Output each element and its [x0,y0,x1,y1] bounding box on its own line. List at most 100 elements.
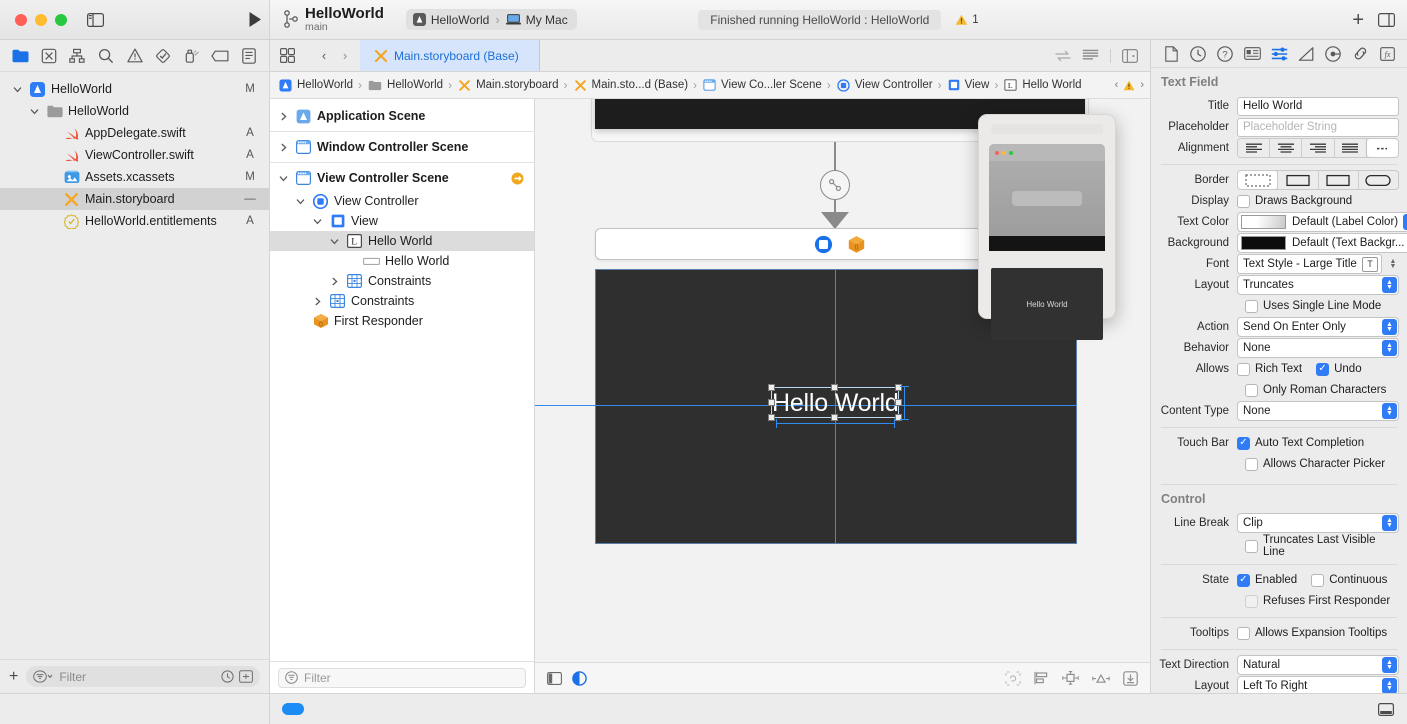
swap-editors-icon[interactable] [1055,50,1071,62]
font-panel-icon[interactable]: T [1362,256,1378,272]
disclosure-triangle-icon[interactable] [276,112,290,121]
effects-inspector-tab[interactable]: fx [1379,45,1396,62]
test-navigator-tab[interactable] [152,45,174,67]
control-layout-stepper[interactable]: ▲ ▼ [1382,678,1397,693]
attributes-inspector-tab[interactable] [1271,45,1288,62]
outline-row[interactable]: Application Scene [270,103,534,129]
close-button[interactable] [15,13,27,26]
char-picker-checkbox-row[interactable]: Allows Character Picker [1245,457,1385,471]
scheme-selector[interactable]: HelloWorld › My Mac [405,9,577,30]
issue-navigator-tab[interactable] [124,45,146,67]
border-segmented-control[interactable] [1237,170,1399,190]
align-center-icon[interactable] [1270,139,1303,157]
breadcrumb-item[interactable]: View Controller [836,78,933,93]
disclosure-triangle-icon[interactable] [27,107,41,116]
disclosure-triangle-icon[interactable] [293,197,307,206]
scheme-block[interactable]: HelloWorld main [284,6,384,33]
layout-stepper[interactable]: ▲ ▼ [1382,277,1397,293]
update-frames-icon[interactable] [1005,670,1021,686]
outline-row[interactable]: Window Controller Scene [270,134,534,160]
project-tree-row[interactable]: HelloWorld [0,100,269,122]
editor-options-icon[interactable] [1082,49,1099,62]
outline-row[interactable]: Constraints [270,271,534,291]
behavior-popup[interactable]: None ▲ ▼ [1237,338,1399,358]
file-inspector-tab[interactable] [1163,45,1180,62]
single-line-checkbox[interactable] [1245,299,1258,313]
next-issue-button[interactable]: › [1140,79,1144,91]
previous-issue-button[interactable]: ‹ [1115,79,1119,91]
align-objects-icon[interactable] [1034,671,1049,685]
project-tree-row[interactable]: HelloWorld.entitlements A [0,210,269,232]
quick-help-inspector-tab[interactable]: ? [1217,45,1234,62]
add-editor-button[interactable]: + [1352,10,1364,30]
breadcrumb-item[interactable]: HelloWorld [367,79,443,92]
breadcrumb-item[interactable]: View [947,78,989,92]
undo-checkbox[interactable]: ✓ [1316,362,1330,376]
source-control-navigator-tab[interactable] [38,45,60,67]
rich-text-checkbox[interactable] [1237,362,1250,376]
breadcrumb-item[interactable]: HelloWorld [278,78,353,93]
expansion-tooltips-checkbox-row[interactable]: Allows Expansion Tooltips [1237,626,1387,640]
border-line-icon[interactable] [1278,171,1319,189]
resize-handle-bc[interactable] [831,414,838,421]
breadcrumb-item[interactable]: L Hello World [1003,78,1082,92]
toggle-outline-icon[interactable] [547,671,562,685]
action-stepper[interactable]: ▲ ▼ [1382,319,1397,335]
library-toggle-pill[interactable] [282,703,304,715]
draws-background-checkbox-row[interactable]: Draws Background [1237,194,1352,208]
resize-handle-ml[interactable] [768,399,775,406]
history-inspector-tab[interactable] [1190,45,1207,62]
outline-row[interactable]: View [270,211,534,231]
refuses-checkbox-row[interactable]: Refuses First Responder [1245,594,1390,608]
enabled-checkbox-row[interactable]: ✓ Enabled [1237,573,1297,587]
resize-handle-tl[interactable] [768,384,775,391]
resize-handle-tc[interactable] [831,384,838,391]
first-responder-icon[interactable]: () [847,235,866,254]
text-direction-popup[interactable]: Natural ▲ ▼ [1237,655,1399,675]
control-layout-popup[interactable]: Left To Right ▲ ▼ [1237,676,1399,693]
disclosure-triangle-icon[interactable] [10,85,24,94]
report-navigator-tab[interactable] [238,45,260,67]
warning-indicator[interactable]: 1 [955,14,979,26]
outline-row[interactable]: () First Responder [270,311,534,331]
background-color-swatch[interactable] [1241,236,1286,250]
editor-tab-main-storyboard[interactable]: Main.storyboard (Base) [360,40,540,71]
auto-completion-checkbox-row[interactable]: ✓ Auto Text Completion [1237,436,1364,450]
view-controller-icon[interactable] [814,235,833,254]
draws-background-checkbox[interactable] [1237,194,1250,208]
project-tree-row[interactable]: Main.storyboard — [0,188,269,210]
outline-filter-input[interactable]: Filter [278,667,526,688]
project-tree-row[interactable]: AppDelegate.swift A [0,122,269,144]
storyboard-canvas[interactable]: () Hello World Hello World [535,99,1150,662]
symbol-navigator-tab[interactable] [66,45,88,67]
add-file-button[interactable]: + [9,668,18,685]
filter-trailing-icons[interactable] [221,670,253,683]
window-controls[interactable] [15,13,67,26]
text-color-popup[interactable]: Default (Label Color) ▲▼ [1237,212,1407,232]
warning-badge[interactable] [511,172,524,185]
go-forward-button[interactable]: › [336,48,354,63]
minimize-button[interactable] [35,13,47,26]
border-rounded-icon[interactable] [1358,171,1398,189]
outline-row[interactable]: Constraints [270,291,534,311]
continuous-checkbox[interactable] [1311,573,1325,587]
behavior-stepper[interactable]: ▲ ▼ [1382,340,1397,356]
breadcrumb-item[interactable]: Main.sto...d (Base) [573,78,688,93]
resolve-issues-icon[interactable] [1092,672,1110,685]
char-picker-checkbox[interactable] [1245,457,1258,471]
embed-in-icon[interactable] [1123,670,1138,686]
appearance-toggle-icon[interactable] [572,670,587,686]
disclosure-triangle-icon[interactable] [327,237,341,246]
go-back-button[interactable]: ‹ [315,48,333,63]
disclosure-triangle-icon[interactable] [276,174,290,183]
navigator-filter-input[interactable]: Filter [26,666,260,687]
border-bezel-icon[interactable] [1318,171,1359,189]
truncates-last-checkbox[interactable] [1245,539,1258,553]
outline-row[interactable]: L Hello World [270,231,534,251]
auto-completion-checkbox[interactable]: ✓ [1237,436,1250,450]
border-none-icon[interactable] [1238,171,1279,189]
text-direction-stepper[interactable]: ▲ ▼ [1382,657,1397,673]
outline-row[interactable]: View Controller [270,191,534,211]
find-navigator-tab[interactable] [95,45,117,67]
size-inspector-tab[interactable] [1298,45,1315,62]
